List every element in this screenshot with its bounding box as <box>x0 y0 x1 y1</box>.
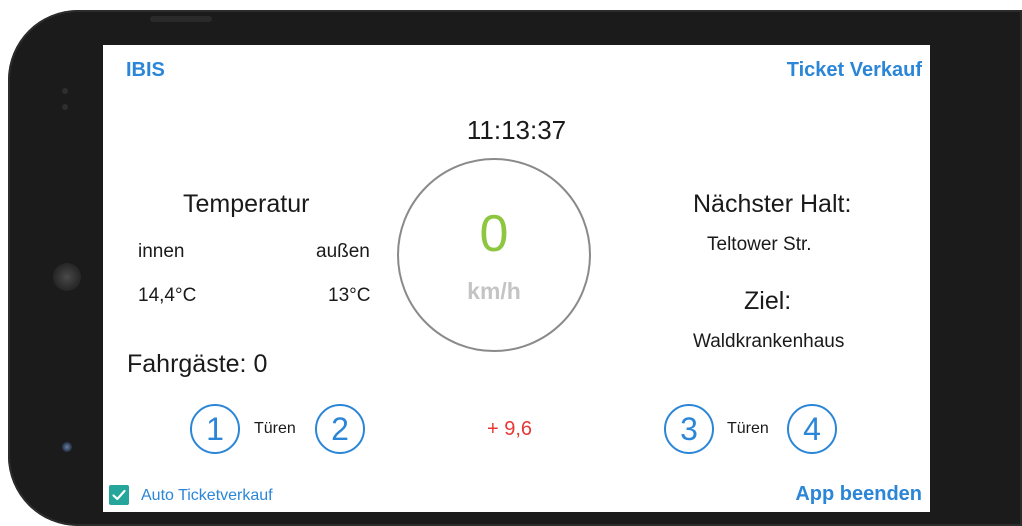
speaker-grille <box>53 263 81 291</box>
speedometer: 0 km/h <box>397 158 591 352</box>
temperature-title: Temperatur <box>183 190 310 218</box>
inside-temperature-value: 14,4°C <box>138 285 197 306</box>
phone-frame: IBIS Ticket Verkauf 11:13:37 Temperatur … <box>8 10 1022 526</box>
outside-label: außen <box>316 241 370 262</box>
clock-time: 11:13:37 <box>466 115 567 145</box>
camera-icon <box>62 442 72 452</box>
destination-value: Waldkrankenhaus <box>693 331 845 352</box>
power-button <box>150 16 212 22</box>
speed-unit: km/h <box>467 278 521 304</box>
doors-left-label: Türen <box>254 420 296 437</box>
sensor-dot <box>62 104 68 110</box>
next-stop-value: Teltower Str. <box>707 234 812 255</box>
inside-label: innen <box>138 241 185 262</box>
auto-ticket-checkbox[interactable] <box>109 485 129 505</box>
door-2-button[interactable]: 2 <box>315 404 365 454</box>
exit-app-button[interactable]: App beenden <box>795 483 922 506</box>
door-1-button[interactable]: 1 <box>190 404 240 454</box>
next-stop-title: Nächster Halt: <box>693 190 852 218</box>
passenger-count: Fahrgäste: 0 <box>127 350 268 378</box>
door-4-button[interactable]: 4 <box>787 404 837 454</box>
app-screen: IBIS Ticket Verkauf 11:13:37 Temperatur … <box>103 45 930 512</box>
doors-right-label: Türen <box>727 420 769 437</box>
ticket-sale-button[interactable]: Ticket Verkauf <box>787 59 922 82</box>
checkmark-icon <box>112 489 126 501</box>
speed-delta: + 9,6 <box>487 418 533 440</box>
outside-temperature-value: 13°C <box>328 285 371 306</box>
sensor-dot <box>62 88 68 94</box>
speed-value: 0 <box>479 205 509 263</box>
destination-title: Ziel: <box>744 287 792 315</box>
ibis-button[interactable]: IBIS <box>126 59 165 82</box>
auto-ticket-label[interactable]: Auto Ticketverkauf <box>141 487 273 505</box>
door-3-button[interactable]: 3 <box>664 404 714 454</box>
